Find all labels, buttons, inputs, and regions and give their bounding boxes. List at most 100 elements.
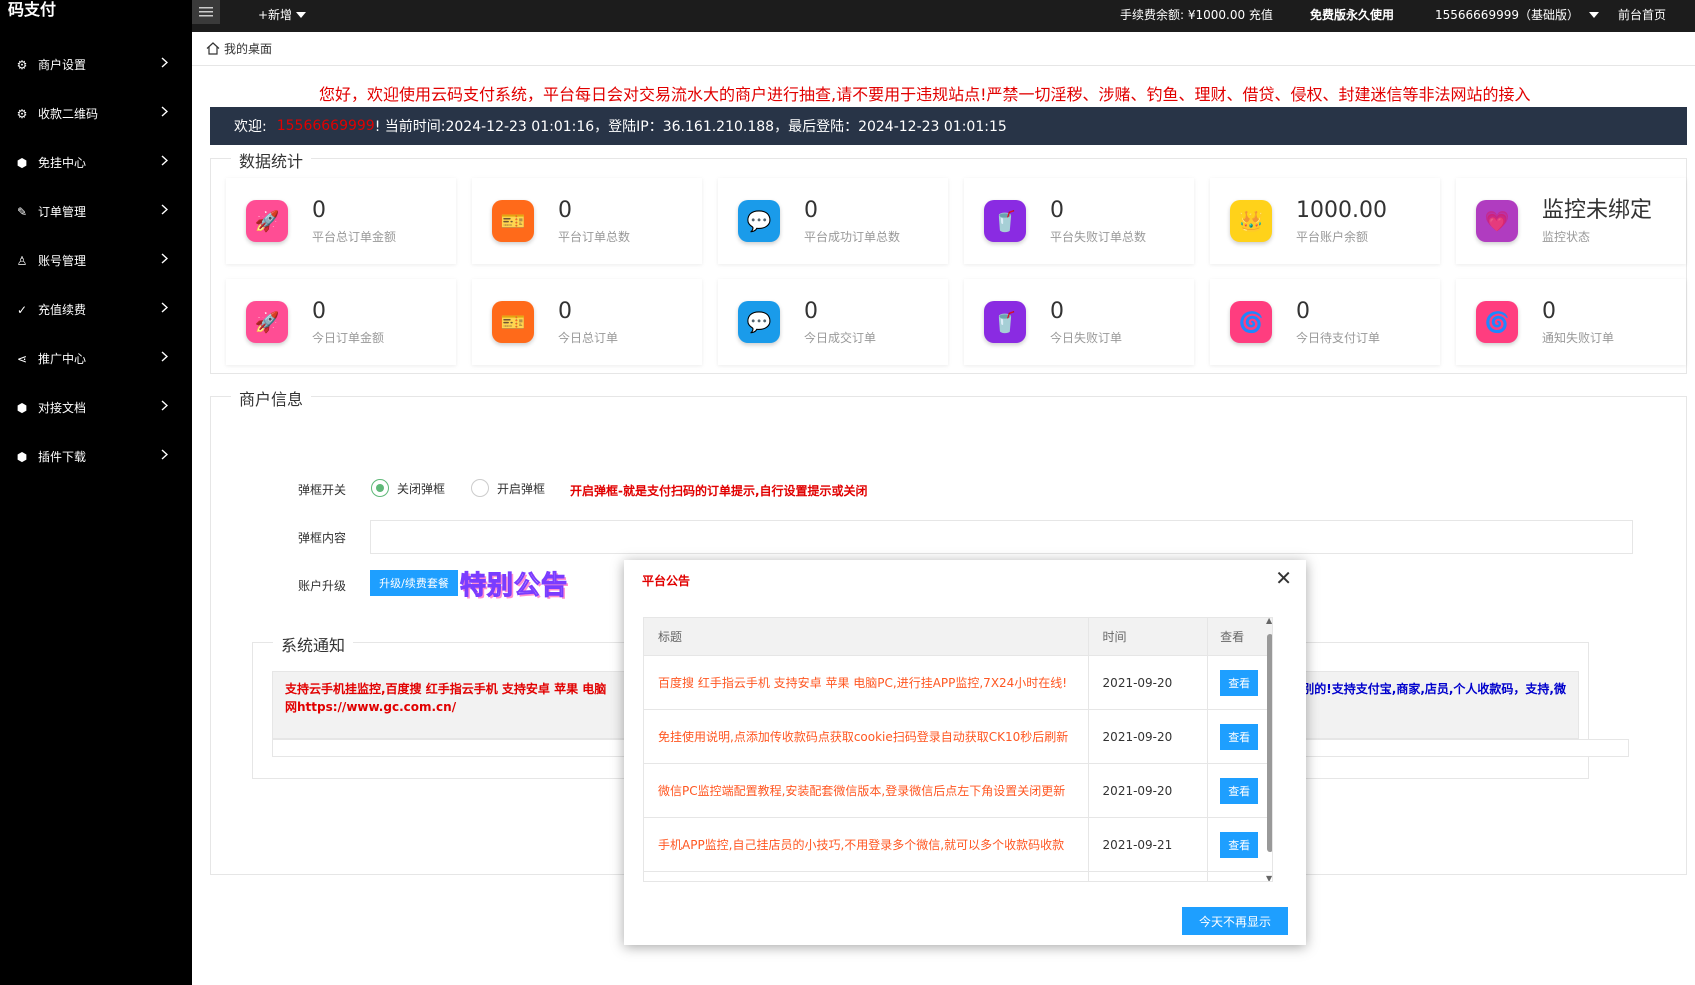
- stat-label: 今日失败订单: [1050, 330, 1123, 345]
- popup-content-input[interactable]: [370, 520, 1633, 554]
- column-view: 查看: [1207, 618, 1272, 655]
- announcement-title[interactable]: 微信PC监控端配置教程,安装配套微信版本,登录微信后点左下角设置关闭更新: [644, 764, 1088, 817]
- hamburger-icon: [199, 7, 213, 17]
- radio-close-popup[interactable]: 关闭弹框: [371, 479, 445, 497]
- announcement-marquee: 您好，欢迎使用云码支付系统，平台每日会对交易流水大的商户进行抽查,请不要用于违规…: [319, 85, 1531, 104]
- close-icon[interactable]: ✕: [1275, 568, 1292, 588]
- sidebar-item[interactable]: ⬢ 免挂中心: [0, 138, 192, 187]
- sidebar-item[interactable]: ⬢ 对接文档: [0, 383, 192, 432]
- account-label: 15566669999（基础版）: [1435, 8, 1579, 22]
- announcement-modal: 平台公告 ✕ 标题 时间 查看 百度搜 红手指云手机 支持安卓 苹果 电脑PC,…: [624, 560, 1306, 945]
- stat-card: 🎫 0 今日总订单: [472, 279, 702, 365]
- chevron-right-icon: [161, 449, 169, 463]
- sidebar-item[interactable]: ⚙ 商户设置: [0, 40, 192, 89]
- stat-icon: 🎫: [492, 301, 534, 343]
- sidebar-item-label: 对接文档: [38, 401, 87, 415]
- stat-label: 监控状态: [1542, 229, 1591, 244]
- stat-label: 今日总订单: [558, 330, 619, 345]
- stat-card: 💬 0 今日成交订单: [718, 279, 948, 365]
- table-row: 免挂支付宝和QQ钱包,CK失效后会邮箱通知,然后会禁用,重新获取CK启用2021…: [644, 872, 1272, 881]
- merchant-legend: 商户信息: [231, 386, 312, 410]
- stat-icon: 🥤: [984, 301, 1026, 343]
- stat-label: 平台订单总数: [558, 229, 631, 244]
- column-title: 标题: [658, 630, 683, 644]
- sidebar-item-label: 免挂中心: [38, 156, 87, 170]
- upgrade-button[interactable]: 升级/续费套餐: [370, 570, 458, 596]
- view-button[interactable]: 查看: [1220, 777, 1259, 804]
- add-new-menu[interactable]: +新增: [258, 6, 307, 23]
- stat-icon: 🚀: [246, 301, 288, 343]
- stat-card: 🌀 0 今日待支付订单: [1210, 279, 1440, 365]
- popup-hint: 开启弹框-就是支付扫码的订单提示,自行设置提示或关闭: [570, 484, 868, 498]
- announcement-title[interactable]: 手机APP监控,自己挂店员的小技巧,不用登录多个微信,就可以多个收款码收款: [644, 818, 1088, 871]
- special-notice-link[interactable]: 特别公告: [459, 565, 568, 602]
- scroll-up-icon[interactable]: ▲: [1266, 618, 1272, 625]
- table-scrollbar[interactable]: ▲ ▼: [1265, 618, 1272, 881]
- stat-value: 0: [804, 298, 818, 324]
- announcement-date: 2021-09-20: [1087, 764, 1208, 817]
- stat-label: 今日成交订单: [804, 330, 877, 345]
- chevron-right-icon: [161, 351, 169, 365]
- home-icon: [206, 42, 220, 55]
- stat-icon: 🥤: [984, 200, 1026, 242]
- system-notice-line1-left: 支持云手机挂监控,百度搜 红手指云手机 支持安卓 苹果 电脑: [285, 682, 607, 696]
- view-button[interactable]: 查看: [1220, 723, 1259, 750]
- caret-down-icon: [1588, 11, 1599, 18]
- scroll-thumb[interactable]: [1267, 634, 1272, 852]
- system-notice-line1-right: 别的!支持支付宝,商家,店员,个人收款码，支持,微: [1302, 682, 1566, 696]
- table-body: 百度搜 红手指云手机 支持安卓 苹果 电脑PC,进行挂APP监控,7X24小时在…: [644, 656, 1272, 881]
- radio-selected-icon: [371, 479, 389, 497]
- app-logo: 码支付: [8, 0, 57, 19]
- radio-close-popup-label: 关闭弹框: [397, 481, 446, 496]
- chevron-right-icon: [161, 106, 169, 120]
- upgrade-label: 账户升级: [297, 579, 346, 593]
- table-header: 标题 时间 查看: [644, 618, 1272, 656]
- menu-toggle-button[interactable]: [192, 0, 220, 24]
- check-icon: ✓: [16, 302, 28, 317]
- fee-balance-link[interactable]: 手续费余额: ¥1000.00 充值: [1120, 6, 1273, 23]
- popup-switch-label: 弹框开关: [297, 483, 346, 497]
- chevron-right-icon: [161, 253, 169, 267]
- stat-card: 👑 1000.00 平台账户余额: [1210, 178, 1440, 264]
- view-button[interactable]: 查看: [1220, 669, 1259, 696]
- sidebar: 码支付 ⚙ 商户设置 ⚙ 收款二维码 ⬢ 免挂中心 ✎ 订单管理 ♙ 账号管理 ✓ 充值续费 ⋖ 推广中心…: [0, 0, 192, 985]
- stats-legend: 数据统计: [231, 148, 312, 172]
- add-new-label: +新增: [258, 8, 293, 22]
- stat-icon: 💗: [1476, 200, 1518, 242]
- welcome-user: 15566669999: [276, 118, 375, 134]
- sidebar-item[interactable]: ♙ 账号管理: [0, 236, 192, 285]
- announcement-date: 2021-12-18: [1087, 872, 1208, 881]
- stat-icon: 🎫: [492, 200, 534, 242]
- stat-value: 0: [1050, 197, 1064, 223]
- breadcrumb-tab[interactable]: 我的桌面: [224, 40, 272, 57]
- stat-card: 🚀 0 今日订单金额: [226, 279, 456, 365]
- table-row: 百度搜 红手指云手机 支持安卓 苹果 电脑PC,进行挂APP监控,7X24小时在…: [644, 656, 1272, 710]
- sidebar-item[interactable]: ✓ 充值续费: [0, 285, 192, 334]
- chevron-right-icon: [161, 57, 169, 71]
- stat-label: 平台成功订单总数: [804, 229, 901, 244]
- sidebar-item[interactable]: ✎ 订单管理: [0, 187, 192, 236]
- stat-value: 0: [312, 298, 326, 324]
- chevron-right-icon: [161, 400, 169, 414]
- sidebar-item[interactable]: ⬢ 插件下载: [0, 432, 192, 481]
- stat-card: 🌀 0 通知失败订单: [1456, 279, 1686, 365]
- radio-unselected-icon: [471, 479, 489, 497]
- sidebar-item-label: 商户设置: [38, 58, 87, 72]
- stat-label: 平台失败订单总数: [1050, 229, 1147, 244]
- stat-value: 1000.00: [1296, 197, 1387, 223]
- view-button[interactable]: 查看: [1220, 831, 1259, 858]
- announcement-title[interactable]: 免挂支付宝和QQ钱包,CK失效后会邮箱通知,然后会禁用,重新获取CK启用: [644, 872, 1088, 881]
- announcement-date: 2021-09-21: [1087, 818, 1208, 871]
- account-menu[interactable]: 15566669999（基础版）: [1435, 6, 1599, 23]
- sidebar-item[interactable]: ⋖ 推广中心: [0, 334, 192, 383]
- radio-open-popup[interactable]: 开启弹框: [471, 479, 545, 497]
- sidebar-item-label: 收款二维码: [38, 107, 99, 121]
- sidebar-item-label: 充值续费: [38, 303, 87, 317]
- dismiss-today-button[interactable]: 今天不再显示: [1182, 907, 1288, 935]
- scroll-down-icon[interactable]: ▼: [1266, 874, 1272, 881]
- sidebar-item[interactable]: ⚙ 收款二维码: [0, 89, 192, 138]
- topbar: +新增 手续费余额: ¥1000.00 充值 免费版永久使用 155666699…: [192, 0, 1695, 32]
- announcement-title[interactable]: 免挂使用说明,点添加传收款码点获取cookie扫码登录自动获取CK10秒后刷新: [644, 710, 1088, 763]
- frontpage-link[interactable]: 前台首页: [1618, 6, 1666, 23]
- announcement-title[interactable]: 百度搜 红手指云手机 支持安卓 苹果 电脑PC,进行挂APP监控,7X24小时在…: [644, 656, 1088, 709]
